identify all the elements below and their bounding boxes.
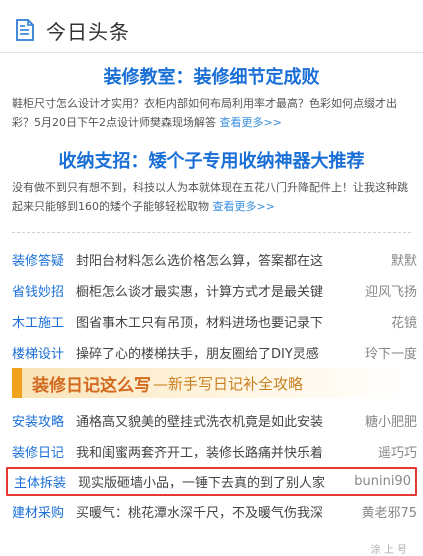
- category-link[interactable]: 主体拆装: [8, 472, 72, 491]
- more-link[interactable]: 查看更多>>: [213, 200, 275, 213]
- category-link[interactable]: 装修答疑: [0, 250, 70, 269]
- list-item[interactable]: 安装攻略 通格高又貌美的壁挂式洗衣机竟是如此安装 糖小肥肥: [0, 405, 423, 436]
- author-name[interactable]: 花镜: [340, 312, 423, 331]
- author-name[interactable]: 糖小肥肥: [340, 411, 423, 430]
- author-name[interactable]: 遥巧巧: [340, 442, 423, 461]
- article-title-link[interactable]: 操碎了心的楼梯扶手，朋友圈给了DIY灵感: [70, 343, 340, 362]
- author-name[interactable]: 迎风飞扬: [340, 281, 423, 300]
- divider: [12, 232, 411, 233]
- category-link[interactable]: 装修日记: [0, 442, 70, 461]
- article-title-link[interactable]: 现实版砸墙小品，一锤下去真的到了别人家: [72, 472, 342, 491]
- feature-headline[interactable]: 装修教室：装修细节定成败: [0, 66, 423, 90]
- feature-summary: 鞋柜尺寸怎么设计才实用？衣柜内部如何布局利用率才最高？色彩如何点缀才出彩？5月2…: [12, 97, 397, 129]
- article-list-bottom: 安装攻略 通格高又貌美的壁挂式洗衣机竟是如此安装 糖小肥肥 装修日记 我和闺蜜两…: [0, 405, 423, 527]
- article-title-link[interactable]: 图省事木工只有吊顶，材料进场也要记录下: [70, 312, 340, 331]
- category-link[interactable]: 建材采购: [0, 502, 70, 521]
- author-name[interactable]: 玲下一度: [340, 343, 423, 362]
- list-item[interactable]: 省钱妙招 橱柜怎么谈才最实惠，计算方式才是最关键 迎风飞扬: [0, 275, 423, 306]
- author-name[interactable]: bunini90: [342, 474, 415, 489]
- list-item[interactable]: 装修答疑 封阳台材料怎么选价格怎么算，答案都在这 默默: [0, 244, 423, 275]
- article-title-link[interactable]: 通格高又貌美的壁挂式洗衣机竟是如此安装: [70, 411, 340, 430]
- list-item[interactable]: 装修日记 我和闺蜜两套齐开工，装修长路痛并快乐着 遥巧巧: [0, 436, 423, 467]
- feature-headline[interactable]: 收纳支招：矮个子专用收纳神器大推荐: [0, 150, 423, 174]
- section-title: 今日头条: [46, 19, 130, 44]
- category-link[interactable]: 安装攻略: [0, 411, 70, 430]
- header-divider: [0, 52, 423, 53]
- feature-summary: 没有做不到只有想不到，科技以人为本就体现在五花八门升降配件上！让我这种跳起来只能…: [12, 181, 408, 213]
- category-link[interactable]: 木工施工: [0, 312, 70, 331]
- banner-subtitle: —新手写日记补全攻略: [153, 374, 304, 393]
- banner-flag-icon: [12, 368, 22, 398]
- section-header: 今日头条: [14, 14, 130, 46]
- list-item[interactable]: 建材采购 买暖气：桃花潭水深千尺，不及暖气伤我深 黄老邪75: [0, 496, 423, 527]
- category-link[interactable]: 楼梯设计: [0, 343, 70, 362]
- list-item[interactable]: 木工施工 图省事木工只有吊顶，材料进场也要记录下 花镜: [0, 306, 423, 337]
- list-item-highlighted[interactable]: 主体拆装 现实版砸墙小品，一锤下去真的到了别人家 bunini90: [6, 467, 417, 496]
- feature-article-2: 收纳支招：矮个子专用收纳神器大推荐 没有做不到只有想不到，科技以人为本就体现在五…: [0, 150, 423, 216]
- footer-fragment: 涂 上 号: [370, 545, 407, 556]
- document-icon: [16, 19, 34, 41]
- article-title-link[interactable]: 我和闺蜜两套齐开工，装修长路痛并快乐着: [70, 442, 340, 461]
- article-title-link[interactable]: 买暖气：桃花潭水深千尺，不及暖气伤我深: [70, 502, 340, 521]
- feature-article-1: 装修教室：装修细节定成败 鞋柜尺寸怎么设计才实用？衣柜内部如何布局利用率才最高？…: [0, 66, 423, 132]
- diary-banner[interactable]: 装修日记这么写 —新手写日记补全攻略: [12, 368, 411, 398]
- article-list-top: 装修答疑 封阳台材料怎么选价格怎么算，答案都在这 默默 省钱妙招 橱柜怎么谈才最…: [0, 244, 423, 368]
- list-item[interactable]: 楼梯设计 操碎了心的楼梯扶手，朋友圈给了DIY灵感 玲下一度: [0, 337, 423, 368]
- article-title-link[interactable]: 封阳台材料怎么选价格怎么算，答案都在这: [70, 250, 340, 269]
- category-link[interactable]: 省钱妙招: [0, 281, 70, 300]
- author-name[interactable]: 默默: [340, 250, 423, 269]
- author-name[interactable]: 黄老邪75: [340, 502, 423, 521]
- article-title-link[interactable]: 橱柜怎么谈才最实惠，计算方式才是最关键: [70, 281, 340, 300]
- banner-title: 装修日记这么写: [32, 375, 151, 396]
- more-link[interactable]: 查看更多>>: [220, 116, 282, 129]
